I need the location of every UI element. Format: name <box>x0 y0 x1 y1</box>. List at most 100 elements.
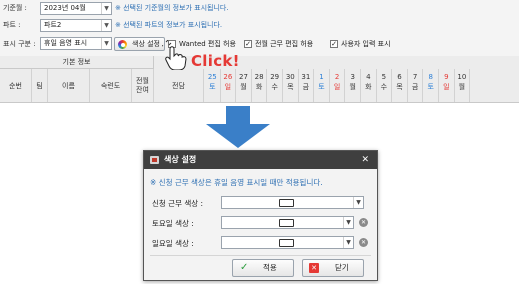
day-number: 29 <box>270 73 280 81</box>
apply-label: 적용 <box>263 263 277 272</box>
saturday-color-picker[interactable]: ▼ <box>221 216 354 229</box>
day-number: 9 <box>444 73 449 81</box>
checkbox-box[interactable]: ✓ <box>330 40 338 48</box>
checkbox-box[interactable]: ✓ <box>244 40 252 48</box>
day-number: 25 <box>207 73 217 81</box>
close-button[interactable]: ✕ 닫기 <box>302 259 364 277</box>
day-weekday: 금 <box>411 83 419 91</box>
day-column-header[interactable]: 9일 <box>439 69 455 102</box>
day-column-header[interactable]: 10 월 <box>455 69 471 102</box>
day-weekday: 화 <box>255 83 263 91</box>
day-weekday: 월 <box>458 83 466 91</box>
day-number: 8 <box>428 73 433 81</box>
day-number: 27 <box>239 73 248 81</box>
clear-icon[interactable]: ✕ <box>359 238 368 247</box>
col-skill[interactable]: 숙련도 <box>90 69 132 102</box>
day-column-header[interactable]: 28 화 <box>252 69 268 102</box>
day-column-header[interactable]: 6목 <box>392 69 408 102</box>
user-input-label: 사용자 입력 표시 <box>341 40 391 48</box>
dropdown-icon[interactable]: ▼ <box>101 38 111 49</box>
request-color-picker[interactable]: ▼ <box>221 196 364 209</box>
check-icon: ✓ <box>240 262 249 273</box>
day-column-header[interactable]: 27 월 <box>236 69 252 102</box>
day-number: 28 <box>254 73 264 81</box>
col-prev-remaining[interactable]: 전월 잔여 <box>132 69 154 102</box>
day-weekday: 토 <box>427 83 434 91</box>
dialog-separator <box>150 255 371 256</box>
dialog-note: ※ 신청 근무 색상은 휴일 음영 표시일 때만 적용됩니다. <box>150 178 323 187</box>
day-column-header[interactable]: 7금 <box>408 69 424 102</box>
day-column-header[interactable]: 26 일 <box>221 69 237 102</box>
day-weekday: 목 <box>396 83 403 91</box>
prev-month-edit-label: 전월 근무 편집 허용 <box>255 40 314 48</box>
dropdown-icon[interactable]: ▼ <box>343 217 353 228</box>
col-dedicated[interactable]: 전담 <box>154 69 204 102</box>
day-weekday: 토 <box>318 83 325 91</box>
sunday-color-picker[interactable]: ▼ <box>221 236 354 249</box>
user-input-checkbox[interactable]: ✓ 사용자 입력 표시 <box>330 39 391 49</box>
col-name[interactable]: 이름 <box>48 69 90 102</box>
day-weekday: 금 <box>302 83 310 91</box>
color-swatch <box>279 219 294 227</box>
display-label: 표시 구분 : <box>3 40 36 48</box>
close-icon[interactable]: ✕ <box>361 151 369 169</box>
day-number: 1 <box>319 73 324 81</box>
color-wheel-icon <box>118 40 127 49</box>
dropdown-icon[interactable]: ▼ <box>101 20 111 31</box>
schedule-panel: 기준월 : 2023년 04월 ▼ ※ 선택된 기준월의 정보가 표시됩니다. … <box>0 0 519 103</box>
day-column-header[interactable]: 25 토 <box>205 69 221 102</box>
day-weekday: 화 <box>365 83 372 91</box>
dropdown-icon[interactable]: ▼ <box>353 197 363 208</box>
day-number: 10 <box>457 73 467 81</box>
month-select[interactable]: 2023년 04월 ▼ <box>40 2 112 15</box>
day-column-header[interactable]: 2일 <box>330 69 346 102</box>
day-column-header[interactable]: 3월 <box>345 69 361 102</box>
display-select[interactable]: 휴일 음영 표시 ▼ <box>40 37 112 50</box>
display-value: 휴일 음영 표시 <box>44 39 88 47</box>
month-label: 기준월 : <box>3 4 27 12</box>
dialog-titlebar[interactable]: 색상 설정 ✕ <box>144 151 377 169</box>
day-column-header[interactable]: 8토 <box>423 69 439 102</box>
day-weekday: 토 <box>209 83 216 91</box>
part-label: 파트 : <box>3 21 21 29</box>
color-settings-dialog: 색상 설정 ✕ ※ 신청 근무 색상은 휴일 음영 표시일 때만 적용됩니다. … <box>143 150 378 281</box>
basic-info-group-header: 기본 정보 <box>0 56 154 69</box>
day-number: 31 <box>301 73 311 81</box>
cancel-icon: ✕ <box>309 263 319 273</box>
clear-icon[interactable]: ✕ <box>359 218 368 227</box>
month-hint: ※ 선택된 기준월의 정보가 표시됩니다. <box>115 4 229 12</box>
day-weekday: 수 <box>271 83 278 91</box>
dialog-icon <box>150 156 159 164</box>
apply-button[interactable]: ✓ 적용 <box>232 259 294 277</box>
day-column-header[interactable]: 4화 <box>361 69 377 102</box>
day-weekday: 목 <box>287 83 294 91</box>
day-number: 2 <box>334 73 340 81</box>
dropdown-icon[interactable]: ▼ <box>343 237 353 248</box>
color-settings-button[interactable]: 색상 설정 <box>114 37 165 51</box>
day-weekday: 월 <box>240 83 247 91</box>
dropdown-icon[interactable]: ▼ <box>101 3 111 14</box>
prev-month-edit-checkbox[interactable]: ✓ 전월 근무 편집 허용 <box>244 39 313 49</box>
day-number: 30 <box>285 73 295 81</box>
col-team[interactable]: 팀 <box>32 69 48 102</box>
day-number: 26 <box>223 73 233 81</box>
request-color-label: 신청 근무 색상 : <box>152 199 204 208</box>
day-column-header[interactable]: 1토 <box>314 69 330 102</box>
day-number: 6 <box>397 73 402 81</box>
sunday-color-label: 일요일 색상 : <box>152 239 194 248</box>
click-annotation: Click! <box>191 52 240 70</box>
day-weekday: 일 <box>224 83 232 91</box>
part-hint: ※ 선택된 파트의 정보가 표시됩니다. <box>115 21 223 29</box>
day-weekday: 수 <box>380 83 388 91</box>
day-weekday: 일 <box>443 83 450 91</box>
part-select[interactable]: 파트2 ▼ <box>40 19 112 32</box>
day-column-header[interactable]: 30 목 <box>283 69 299 102</box>
col-number[interactable]: 순번 <box>0 69 32 102</box>
day-column-header[interactable]: 29 수 <box>267 69 283 102</box>
hand-cursor-icon <box>162 40 187 70</box>
day-column-header[interactable]: 31 금 <box>299 69 315 102</box>
color-settings-label: 색상 설정 <box>132 40 160 48</box>
day-weekday: 일 <box>333 83 341 91</box>
day-column-header[interactable]: 5수 <box>377 69 393 102</box>
day-number: 4 <box>366 73 371 81</box>
